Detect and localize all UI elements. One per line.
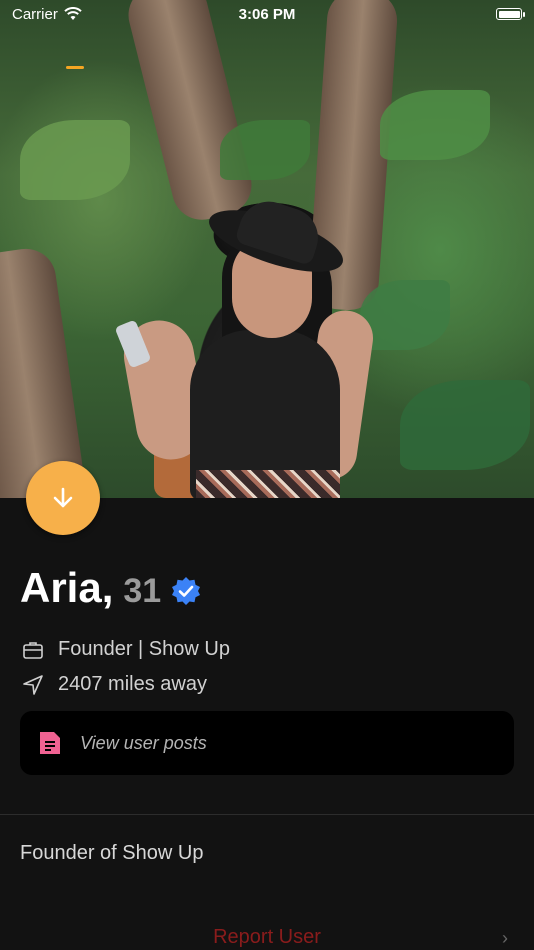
profile-bio: Founder of Show Up	[20, 842, 204, 864]
tree-trunk	[122, 0, 258, 227]
job-row: Founder | Show Up	[22, 638, 230, 661]
document-icon	[40, 732, 60, 754]
location-arrow-icon	[23, 674, 43, 695]
leaf	[220, 120, 310, 180]
arrow-down-icon	[53, 487, 73, 508]
report-user-label: Report User	[213, 926, 321, 948]
view-posts-label: View user posts	[80, 732, 207, 753]
profile-age: 31	[123, 572, 162, 610]
profile-photo[interactable]	[0, 0, 534, 498]
name-row: Aria, 31	[20, 564, 201, 612]
collapse-profile-button[interactable]	[26, 461, 100, 535]
distance-row: 2407 miles away	[22, 673, 207, 696]
briefcase-icon	[23, 641, 43, 659]
battery-icon	[496, 8, 525, 20]
distance-text: 2407 miles away	[58, 673, 207, 695]
leaf	[380, 90, 490, 160]
leaf	[400, 380, 530, 470]
clock: 3:06 PM	[238, 5, 296, 23]
photo-page-indicator	[66, 66, 84, 69]
status-bar: Carrier 3:06 PM	[0, 0, 534, 28]
view-posts-button[interactable]: View user posts	[20, 711, 514, 775]
profile-info: Aria, 31 Founder | Show Up 2407 miles aw…	[0, 498, 534, 950]
verified-badge-icon	[172, 577, 201, 605]
section-divider	[0, 814, 534, 815]
report-user-button[interactable]: Report User ›	[0, 920, 534, 950]
job-title: Founder | Show Up	[58, 638, 230, 660]
leaf	[20, 120, 130, 200]
person-skirt	[196, 470, 340, 498]
tree-trunk	[0, 245, 88, 498]
chevron-right-icon: ›	[502, 928, 508, 948]
profile-name: Aria,	[20, 564, 114, 611]
leaf	[360, 280, 450, 350]
